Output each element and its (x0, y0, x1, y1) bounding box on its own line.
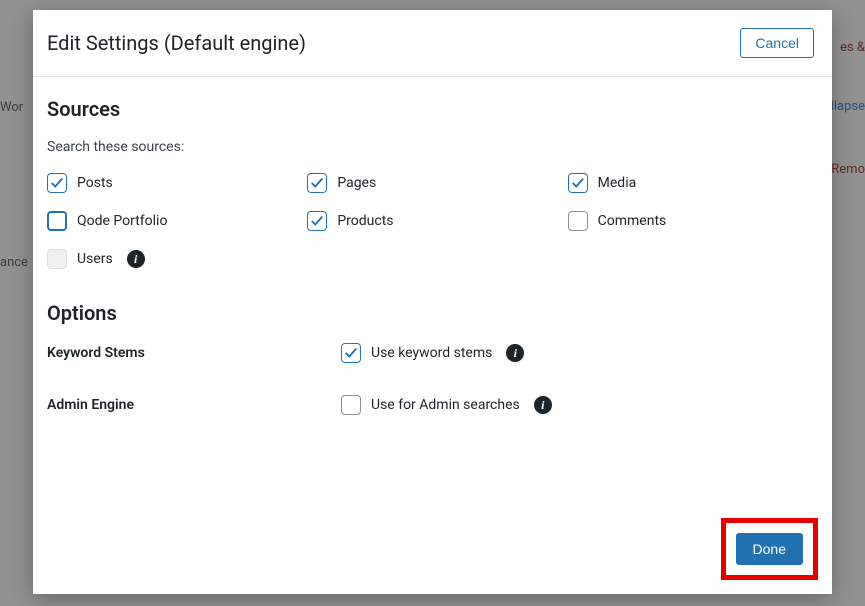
label-comments: Comments (598, 213, 667, 229)
checkbox-products[interactable] (307, 211, 327, 231)
check-icon (310, 176, 324, 190)
check-icon (571, 176, 585, 190)
sources-grid: Posts Pages Media Qode Portfolio (47, 173, 818, 269)
modal-footer: Done (33, 518, 832, 594)
admin-engine-row: Admin Engine Use for Admin searches i (47, 395, 818, 415)
modal-title: Edit Settings (Default engine) (47, 31, 306, 55)
source-media: Media (568, 173, 818, 193)
keyword-stems-option: Use keyword stems i (341, 343, 524, 363)
modal-body: Sources Search these sources: Posts Page… (33, 77, 832, 518)
info-icon[interactable]: i (127, 250, 145, 268)
keyword-stems-row: Keyword Stems Use keyword stems i (47, 343, 818, 363)
sources-heading: Sources (47, 97, 818, 121)
label-qode-portfolio: Qode Portfolio (77, 213, 167, 229)
label-keyword-stems: Use keyword stems (371, 345, 492, 361)
checkbox-admin-engine[interactable] (341, 395, 361, 415)
keyword-stems-label: Keyword Stems (47, 345, 341, 361)
check-icon (50, 176, 64, 190)
options-heading: Options (47, 301, 818, 325)
label-posts: Posts (77, 175, 113, 191)
info-icon[interactable]: i (534, 396, 552, 414)
source-products: Products (307, 211, 557, 231)
source-qode-portfolio: Qode Portfolio (47, 211, 297, 231)
source-posts: Posts (47, 173, 297, 193)
checkbox-keyword-stems[interactable] (341, 343, 361, 363)
sources-subtext: Search these sources: (47, 139, 818, 155)
label-products: Products (337, 213, 393, 229)
checkbox-qode-portfolio[interactable] (47, 211, 67, 231)
checkbox-pages[interactable] (307, 173, 327, 193)
checkbox-posts[interactable] (47, 173, 67, 193)
done-highlight: Done (721, 518, 818, 580)
checkbox-users (47, 249, 67, 269)
source-comments: Comments (568, 211, 818, 231)
source-pages: Pages (307, 173, 557, 193)
check-icon (344, 346, 358, 360)
checkbox-media[interactable] (568, 173, 588, 193)
label-pages: Pages (337, 175, 376, 191)
label-admin-engine: Use for Admin searches (371, 397, 520, 413)
modal-header: Edit Settings (Default engine) Cancel (33, 10, 832, 77)
check-icon (310, 214, 324, 228)
admin-engine-option: Use for Admin searches i (341, 395, 552, 415)
edit-settings-modal: Edit Settings (Default engine) Cancel So… (33, 10, 832, 594)
label-media: Media (598, 175, 637, 191)
checkbox-comments[interactable] (568, 211, 588, 231)
done-button[interactable]: Done (736, 533, 803, 565)
cancel-button[interactable]: Cancel (740, 28, 814, 58)
label-users: Users (77, 251, 113, 267)
info-icon[interactable]: i (506, 344, 524, 362)
admin-engine-label: Admin Engine (47, 397, 341, 413)
source-users: Users i (47, 249, 297, 269)
